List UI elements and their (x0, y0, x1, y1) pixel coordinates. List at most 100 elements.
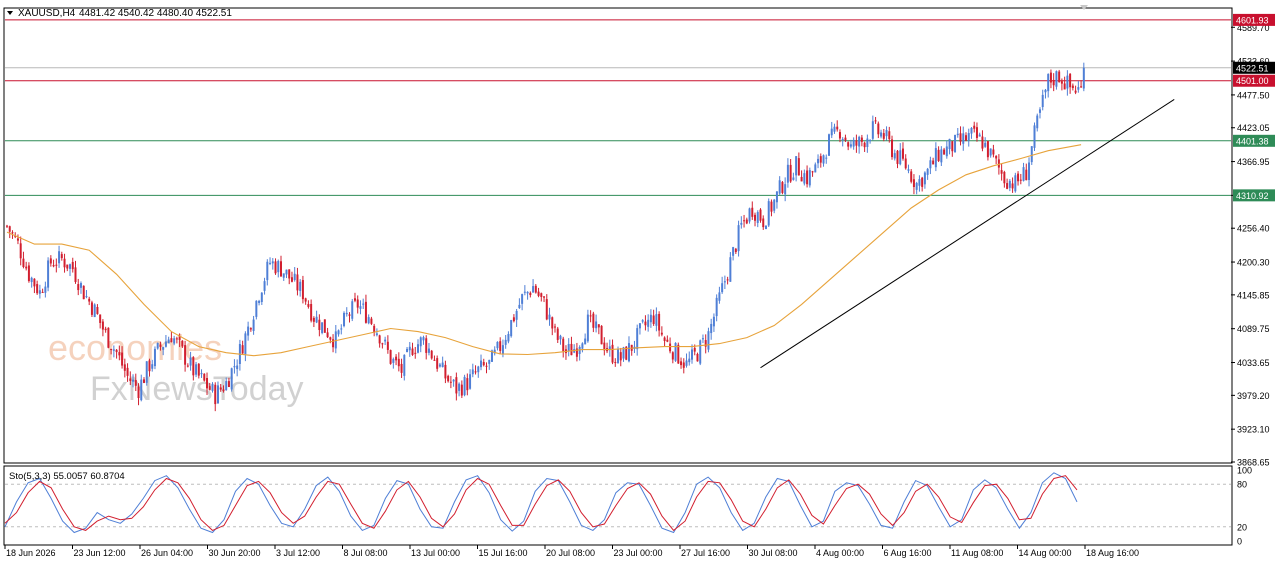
candle-body (611, 344, 614, 363)
candle-body (140, 379, 143, 401)
candle-body (951, 141, 954, 152)
candle-body (82, 285, 85, 300)
level-tag-label: 4501.00 (1236, 76, 1269, 86)
candle-body (71, 261, 74, 270)
candle-body (181, 340, 184, 347)
candle-body (208, 386, 211, 390)
candle-body (1058, 71, 1061, 83)
candle-body (932, 160, 935, 165)
candle-body (567, 343, 570, 351)
candle-body (767, 201, 770, 226)
candle-body (27, 265, 30, 282)
candle-body (586, 314, 589, 342)
candle-body (1019, 179, 1022, 181)
candle-body (474, 371, 477, 373)
candle-body (129, 378, 132, 382)
chart-window: economies FxNewsToday 4589.70 4533.60 4477… (0, 0, 1280, 567)
candle-body (107, 327, 110, 348)
candle-body (600, 325, 603, 345)
candle-body (923, 172, 926, 185)
candle-body (860, 137, 863, 142)
candle-body (693, 347, 696, 352)
candle-body (197, 363, 200, 376)
candle-body (822, 155, 825, 164)
candle-body (112, 349, 115, 351)
candle-body (795, 156, 798, 176)
candle-body (173, 338, 176, 344)
candle-body (751, 207, 754, 217)
candle-body (441, 362, 444, 368)
candle-body (910, 171, 913, 182)
candle-body (1049, 72, 1052, 83)
candle-body (430, 350, 433, 359)
candle-body (800, 176, 803, 182)
candle-body (1030, 146, 1033, 163)
chart-svg: economies FxNewsToday 4589.704533.604477… (3, 5, 1275, 558)
x-tick-label: 27 Jul 16:00 (681, 548, 730, 558)
watermark-economies: economies (48, 327, 222, 368)
candle-body (49, 258, 52, 264)
candle-body (934, 148, 937, 168)
candle-body (871, 121, 874, 139)
candle-body (1006, 183, 1009, 189)
candle-body (236, 365, 239, 370)
candle-body (63, 258, 66, 268)
candle-body (674, 342, 677, 361)
candle-body (707, 331, 710, 350)
candle-body (271, 261, 274, 264)
candle-body (710, 323, 713, 334)
candle-body (885, 130, 888, 137)
x-tick-label: 14 Aug 00:00 (1019, 548, 1072, 558)
candle-body (414, 352, 417, 354)
x-tick-label: 23 Jun 12:00 (74, 548, 126, 558)
candle-body (90, 302, 93, 315)
candle-body (233, 366, 236, 368)
candle-body (485, 365, 488, 367)
candle-body (712, 316, 715, 327)
candle-body (699, 340, 702, 364)
x-tick-label: 20 Jul 08:00 (546, 548, 595, 558)
x-tick-label: 15 Jul 16:00 (479, 548, 528, 558)
y-tick-label: 4089.75 (1237, 324, 1270, 334)
candle-body (156, 343, 159, 349)
candle-body (452, 379, 455, 382)
candle-body (756, 212, 759, 223)
candle-body (351, 301, 354, 319)
y-tick-label: 4366.95 (1237, 157, 1270, 167)
candle-body (869, 139, 872, 141)
candle-body (688, 358, 691, 363)
candle-body (981, 136, 984, 149)
candle-body (381, 343, 384, 345)
candle-body (121, 352, 124, 366)
candle-body (737, 225, 740, 252)
candle-body (411, 348, 414, 355)
candle-body (247, 326, 250, 336)
x-tick-label: 8 Jul 08:00 (344, 548, 388, 558)
level-tag-label: 4601.93 (1236, 15, 1269, 25)
candle-body (808, 170, 811, 186)
candle-body (545, 299, 548, 320)
price-axis[interactable]: 4589.704533.604477.504423.054366.954310.… (1231, 23, 1270, 547)
candle-body (937, 149, 940, 161)
candle-body (153, 348, 156, 367)
price-tags: 4601.93 4501.00 4401.38 4310.92 4522.51 (1233, 13, 1275, 202)
candle-body (554, 326, 556, 328)
candle-body (52, 265, 55, 267)
candle-body (244, 333, 247, 355)
stoch-tick-label: 0 (1237, 537, 1242, 547)
x-tick-label: 3 Jul 12:00 (276, 548, 320, 558)
candle-body (386, 341, 389, 350)
candle-body (526, 291, 529, 294)
candle-body (8, 226, 11, 232)
candle-body (162, 347, 165, 350)
candle-body (723, 281, 726, 283)
candle-body (104, 328, 107, 331)
candle-body (781, 182, 784, 193)
candle-body (540, 293, 543, 297)
time-axis[interactable]: 18 Jun 2026 23 Jun 12:00 26 Jun 04:00 30 Ju… (4, 545, 1139, 558)
candle-body (784, 184, 787, 195)
candle-body (984, 142, 987, 147)
candle-body (1022, 167, 1025, 181)
y-tick-label: 3923.10 (1237, 425, 1270, 435)
candle-body (438, 364, 441, 367)
